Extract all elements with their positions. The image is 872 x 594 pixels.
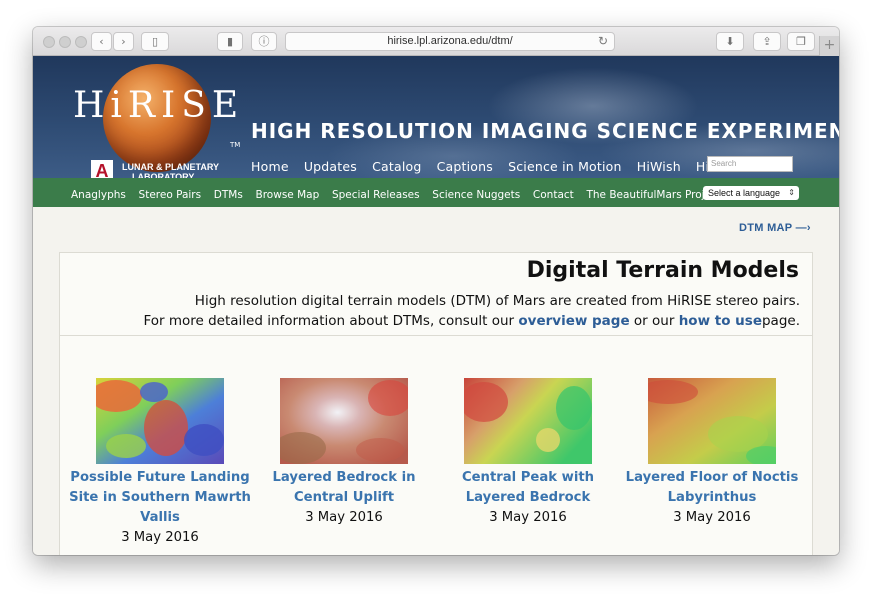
dtm-item: Possible Future Landing Site in Southern… (68, 378, 252, 548)
downloads-button[interactable]: ⬇ (716, 32, 744, 51)
plus-icon: + (823, 37, 836, 53)
extension-icon: ▮ (226, 35, 234, 48)
title-line: Layered Bedrock (465, 490, 591, 505)
nav-science-in-motion[interactable]: Science in Motion (508, 159, 622, 174)
subnav-special-releases[interactable]: Special Releases (332, 181, 420, 210)
new-tab-button[interactable]: + (819, 36, 839, 56)
select-arrows-icon: ⇕ (788, 188, 795, 197)
browser-toolbar: ‹ › ▯ ▮ ⓘ hirise.lpl.arizona.edu/dtm/ ↻ … (33, 27, 839, 56)
intro-line-1: High resolution digital terrain models (… (194, 293, 800, 309)
tabs-overview-button[interactable]: ❐ (787, 32, 815, 51)
overview-page-link[interactable]: overview page (518, 313, 629, 329)
search-input[interactable]: Search (707, 156, 793, 172)
minimize-window-button[interactable] (59, 36, 71, 48)
secondary-nav: Anaglyphs Stereo Pairs DTMs Browse Map S… (33, 178, 839, 207)
url-text: hirise.lpl.arizona.edu/dtm/ (387, 35, 513, 47)
privacy-button[interactable]: ⓘ (251, 32, 277, 51)
page-title: Digital Terrain Models (526, 258, 799, 283)
dtm-item-date: 3 May 2016 (305, 510, 383, 525)
dtm-item-date: 3 May 2016 (673, 510, 751, 525)
info-icon: ⓘ (258, 35, 270, 48)
language-select[interactable]: Select a language ⇕ (703, 186, 799, 200)
nav-updates[interactable]: Updates (304, 159, 357, 174)
card-header: Digital Terrain Models High resolution d… (60, 253, 812, 336)
dtm-item: Layered Bedrock in Central Uplift 3 May … (252, 378, 436, 528)
intro-text: High resolution digital terrain models (… (143, 291, 800, 331)
dtm-item-title-link[interactable]: Layered Bedrock in Central Uplift (252, 468, 436, 508)
forward-button[interactable]: › (113, 32, 134, 51)
dtm-item: Layered Floor of Noctis Labyrinthus 3 Ma… (620, 378, 804, 528)
subnav-contact[interactable]: Contact (533, 181, 574, 210)
dtm-card: Digital Terrain Models High resolution d… (59, 252, 813, 555)
subnav-browse-map[interactable]: Browse Map (256, 181, 320, 210)
close-window-button[interactable] (43, 36, 55, 48)
site-title: HIGH RESOLUTION IMAGING SCIENCE EXPERIME… (251, 119, 839, 143)
share-icon: ⇪ (762, 35, 772, 48)
language-select-value: Select a language (708, 188, 781, 198)
dtm-thumbnail-1[interactable] (96, 378, 224, 464)
nav-home[interactable]: Home (251, 159, 289, 174)
share-button[interactable]: ⇪ (753, 32, 781, 51)
dtm-item-date: 3 May 2016 (489, 510, 567, 525)
browser-window: ‹ › ▯ ▮ ⓘ hirise.lpl.arizona.edu/dtm/ ↻ … (33, 27, 839, 555)
dtm-thumbnail-2[interactable] (280, 378, 408, 464)
title-line: Layered Bedrock in (272, 470, 416, 485)
subnav-stereo-pairs[interactable]: Stereo Pairs (139, 181, 202, 210)
back-button[interactable]: ‹ (91, 32, 112, 51)
nav-captions[interactable]: Captions (437, 159, 493, 174)
sidebar-icon: ▯ (151, 35, 159, 48)
dtm-map-link[interactable]: DTM MAP —› (739, 222, 811, 234)
subnav-anaglyphs[interactable]: Anaglyphs (71, 181, 126, 210)
chevron-right-icon: › (121, 35, 126, 48)
intro-line-2-end: page. (761, 313, 800, 329)
dtm-item-title-link[interactable]: Possible Future Landing Site in Southern… (68, 468, 252, 528)
chevron-left-icon: ‹ (99, 35, 104, 48)
trademark-mark: TM (230, 141, 241, 149)
subnav-science-nuggets[interactable]: Science Nuggets (432, 181, 520, 210)
sidebar-button[interactable]: ▯ (141, 32, 169, 51)
main-content: DTM MAP —› Digital Terrain Models High r… (33, 207, 839, 555)
dtm-thumbnail-3[interactable] (464, 378, 592, 464)
hirise-logo[interactable]: HiRISE (73, 86, 244, 126)
tabs-icon: ❐ (796, 35, 806, 48)
reader-extension-button[interactable]: ▮ (217, 32, 243, 51)
title-line: Vallis (140, 510, 180, 525)
dtm-thumbnail-4[interactable] (648, 378, 776, 464)
download-icon: ⬇ (725, 35, 735, 48)
intro-line-2-start: For more detailed information about DTMs… (143, 313, 515, 329)
intro-line-2: For more detailed information about DTMs… (143, 311, 800, 331)
title-line: Central Uplift (293, 490, 395, 505)
title-line: Central Peak with (461, 470, 595, 485)
dtm-item-title-link[interactable]: Layered Floor of Noctis Labyrinthus (620, 468, 804, 508)
intro-line-2-mid: or our (633, 313, 675, 329)
site-banner: HiRISE TM A LUNAR & PLANETARY LABORATORY… (33, 56, 839, 182)
lpl-line-1: LUNAR & PLANETARY (122, 162, 219, 172)
nav-hiwish[interactable]: HiWish (637, 159, 681, 174)
address-bar[interactable]: hirise.lpl.arizona.edu/dtm/ ↻ (285, 32, 615, 51)
zoom-window-button[interactable] (75, 36, 87, 48)
title-line: Labyrinthus (667, 490, 757, 505)
title-line: Site in Southern Mawrth (69, 490, 251, 505)
how-to-use-link[interactable]: how to use (679, 313, 762, 329)
dtm-item-date: 3 May 2016 (121, 530, 199, 545)
nav-catalog[interactable]: Catalog (372, 159, 421, 174)
main-nav: Home Updates Catalog Captions Science in… (251, 156, 750, 175)
dtm-item-title-link[interactable]: Central Peak with Layered Bedrock (436, 468, 620, 508)
dtm-item: Central Peak with Layered Bedrock 3 May … (436, 378, 620, 528)
reload-icon[interactable]: ↻ (598, 33, 608, 50)
title-line: Possible Future Landing (70, 470, 250, 485)
title-line: Layered Floor of Noctis (625, 470, 799, 485)
subnav-beautifulmars[interactable]: The BeautifulMars Project (586, 181, 720, 210)
subnav-dtms[interactable]: DTMs (214, 181, 243, 210)
